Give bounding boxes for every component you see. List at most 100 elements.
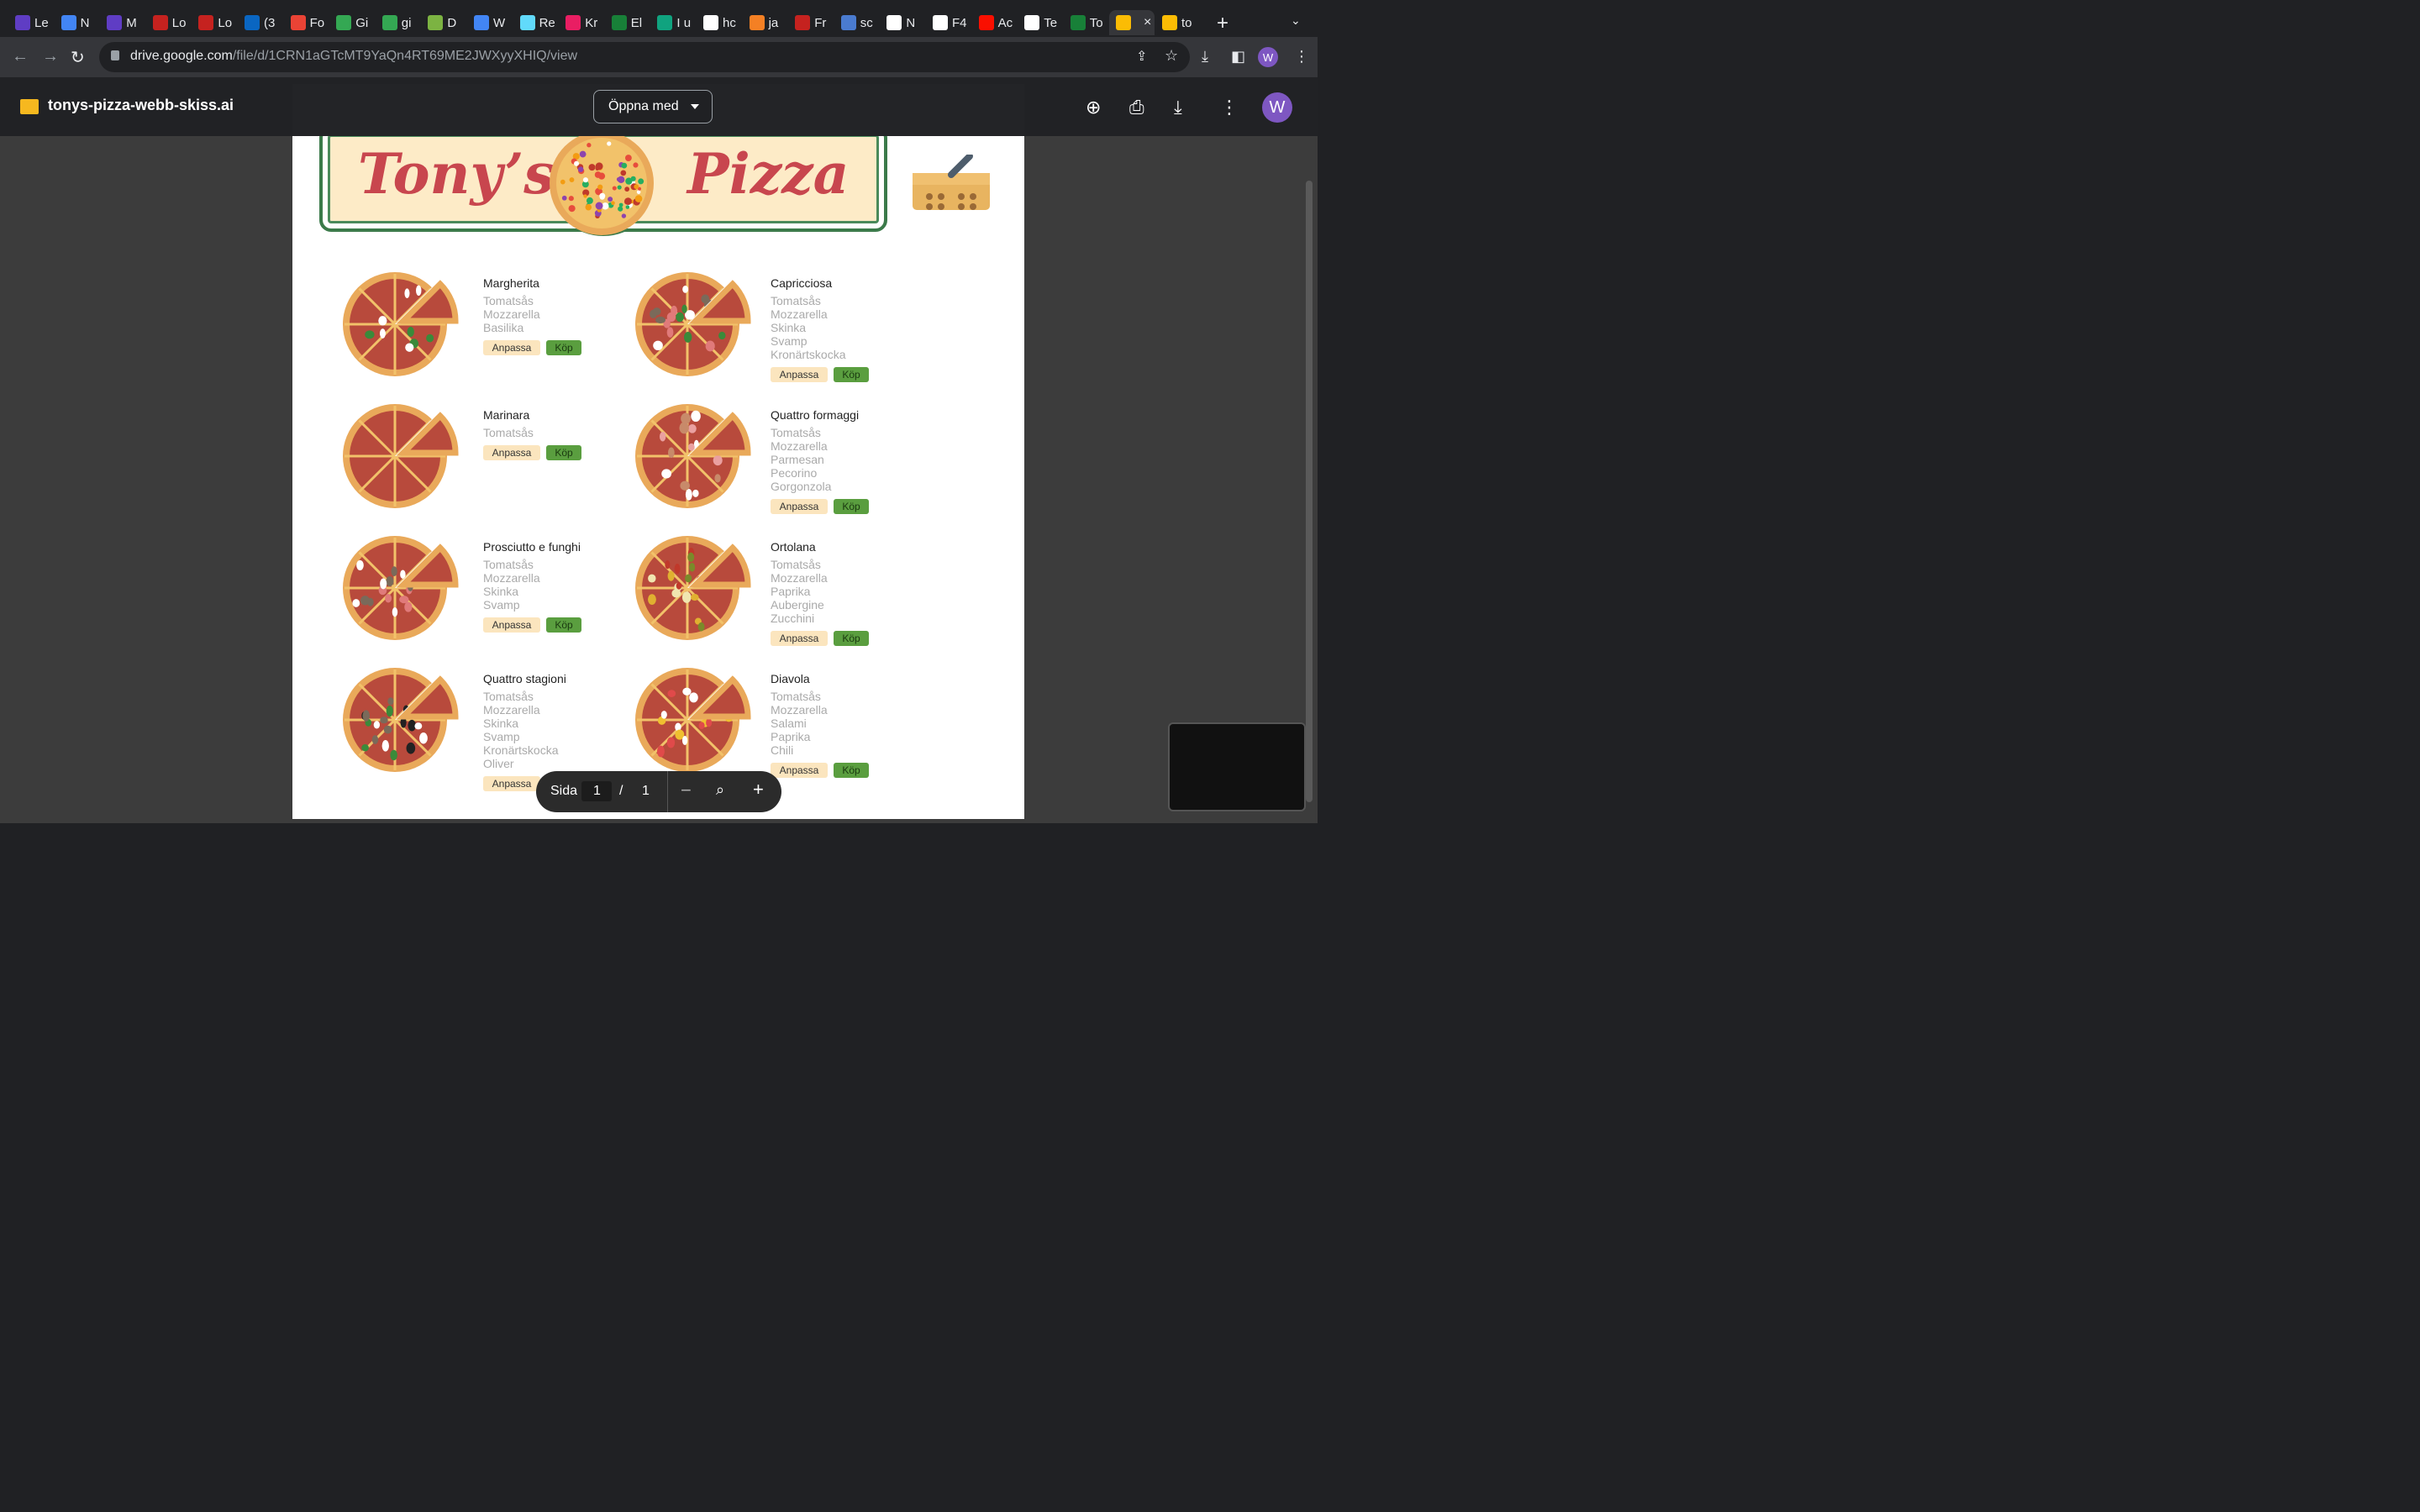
browser-tab[interactable]: To [1064, 10, 1107, 35]
customize-button[interactable]: Anpassa [771, 763, 828, 778]
tab-title: Ac [998, 16, 1013, 30]
tab-title: Gi [355, 16, 368, 30]
buy-button[interactable]: Köp [834, 499, 869, 514]
browser-tab[interactable]: D [421, 10, 465, 35]
tab-favicon-icon [612, 15, 627, 30]
browser-tab[interactable]: Fo [284, 10, 328, 35]
close-tab-icon[interactable]: × [1144, 15, 1151, 30]
tab-favicon-icon [245, 15, 260, 30]
url-text[interactable]: drive.google.com/file/d/1CRN1aGTcMT9YaQn… [130, 49, 577, 64]
buy-button[interactable]: Köp [834, 367, 869, 382]
forward-icon[interactable]: → [42, 47, 59, 66]
ingredient: Mozzarella [771, 307, 828, 321]
new-tab-button[interactable]: + [1217, 12, 1228, 35]
tab-search-icon[interactable]: ⌄ [1291, 13, 1301, 28]
zoom-icon[interactable]: ⌕ [716, 781, 724, 799]
tab-favicon-icon [1162, 15, 1177, 30]
ingredient: Chili [771, 743, 793, 757]
tab-favicon-icon [61, 15, 76, 30]
scrollbar[interactable] [1306, 181, 1313, 802]
ingredient: Kronärtskocka [483, 743, 558, 757]
lock-icon [111, 50, 119, 60]
browser-tab[interactable]: gi [376, 10, 419, 35]
tab-favicon-icon [336, 15, 351, 30]
browser-tab[interactable]: Lo [146, 10, 190, 35]
browser-tab[interactable]: N [55, 10, 98, 35]
browser-tab[interactable]: Kr [559, 10, 602, 35]
customize-button[interactable]: Anpassa [483, 776, 540, 791]
browser-tab[interactable]: Ac [972, 10, 1016, 35]
ingredient: Paprika [771, 585, 810, 598]
browser-tab[interactable]: Le [8, 10, 52, 35]
reload-icon[interactable]: ↻ [71, 47, 85, 68]
browser-tab[interactable]: (3 [238, 10, 281, 35]
browser-tab[interactable]: Re [513, 10, 557, 35]
page-label: Sida [550, 784, 577, 799]
ingredient: Skinka [771, 321, 806, 334]
buy-button[interactable]: Köp [546, 617, 581, 633]
page-thumbnail[interactable] [1168, 722, 1306, 811]
more-actions-icon[interactable]: ⋮ [1220, 97, 1239, 118]
browser-tab[interactable]: Te [1018, 10, 1061, 35]
brand-right: Pizza [687, 141, 849, 207]
tab-title: gi [402, 16, 412, 30]
ingredient: Skinka [483, 717, 518, 730]
back-icon[interactable]: ← [12, 47, 29, 66]
tab-favicon-icon [198, 15, 213, 30]
file-title: tonys-pizza-webb-skiss.ai [48, 97, 234, 114]
zoom-in-icon[interactable]: + [753, 779, 764, 801]
add-shortcut-icon[interactable]: ⊕ [1086, 97, 1101, 118]
print-icon[interactable]: ⎙ [1129, 97, 1144, 118]
browser-tab[interactable]: Fr [788, 10, 832, 35]
tab-title: D [447, 16, 456, 30]
customize-button[interactable]: Anpassa [771, 499, 828, 514]
download-file-icon[interactable]: ⤓ [1174, 97, 1182, 118]
browser-tab[interactable]: sc [834, 10, 878, 35]
browser-tab[interactable]: I u [650, 10, 694, 35]
ingredient: Mozzarella [771, 703, 828, 717]
browser-tab[interactable]: × [1109, 10, 1155, 35]
tab-favicon-icon [657, 15, 672, 30]
browser-tab[interactable]: El [605, 10, 649, 35]
banner-pizza-icon [550, 131, 654, 235]
share-icon[interactable]: ⇪ [1136, 48, 1147, 65]
download-icon[interactable]: ⤓ [1202, 48, 1208, 66]
account-avatar[interactable]: W [1262, 92, 1292, 123]
browser-tab[interactable]: M [100, 10, 144, 35]
basket-icon[interactable] [911, 155, 992, 212]
tab-title: Fr [814, 16, 826, 30]
buy-button[interactable]: Köp [546, 445, 581, 460]
customize-button[interactable]: Anpassa [483, 445, 540, 460]
more-menu-icon[interactable]: ⋮ [1294, 48, 1309, 66]
browser-tab[interactable]: W [467, 10, 511, 35]
browser-tab[interactable]: to [1155, 10, 1199, 35]
side-panel-icon[interactable]: ◧ [1231, 48, 1245, 66]
pizza-image [632, 402, 758, 511]
browser-tab[interactable]: ja [743, 10, 786, 35]
browser-tab[interactable]: Lo [192, 10, 235, 35]
ingredient: Svamp [771, 334, 808, 348]
address-bar[interactable]: drive.google.com/file/d/1CRN1aGTcMT9YaQn… [99, 42, 1190, 72]
brand-left: Tony’s [358, 141, 555, 207]
current-page[interactable]: 1 [593, 784, 601, 799]
profile-avatar[interactable]: W [1258, 47, 1278, 67]
total-pages: 1 [642, 784, 650, 799]
ingredient: Oliver [483, 757, 514, 770]
zoom-out-icon[interactable]: − [681, 780, 692, 801]
browser-tab[interactable]: Gi [329, 10, 373, 35]
customize-button[interactable]: Anpassa [771, 631, 828, 646]
customize-button[interactable]: Anpassa [483, 340, 540, 355]
pizza-name: Diavola [771, 672, 810, 685]
customize-button[interactable]: Anpassa [483, 617, 540, 633]
tab-title: to [1181, 16, 1192, 30]
buy-button[interactable]: Köp [546, 340, 581, 355]
open-with-button[interactable]: Öppna med [593, 90, 713, 123]
browser-tab[interactable]: F4 [926, 10, 970, 35]
bookmark-star-icon[interactable]: ☆ [1165, 47, 1178, 65]
buy-button[interactable]: Köp [834, 631, 869, 646]
browser-tab[interactable]: hc [697, 10, 740, 35]
browser-tab[interactable]: N [880, 10, 923, 35]
buy-button[interactable]: Köp [834, 763, 869, 778]
ingredient: Tomatsås [483, 294, 534, 307]
customize-button[interactable]: Anpassa [771, 367, 828, 382]
